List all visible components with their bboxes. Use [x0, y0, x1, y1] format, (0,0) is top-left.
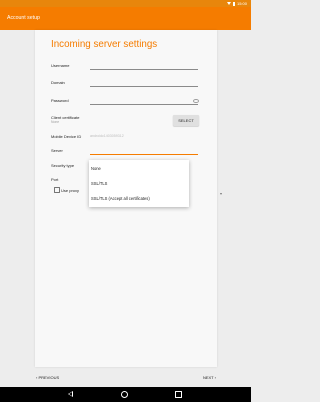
back-icon[interactable] — [68, 391, 73, 397]
option-ssl-tls-accept-all[interactable]: SSL/TLS (Accept all certificates) — [91, 196, 150, 201]
password-label: Password — [51, 98, 69, 103]
next-label: NEXT — [202, 375, 214, 380]
username-input[interactable] — [90, 69, 198, 70]
status-bar: 15:00 — [0, 0, 251, 7]
battery-icon — [232, 1, 235, 6]
previous-label: PREVIOUS — [38, 375, 60, 380]
mobile-device-label: Mobile Device ID — [51, 134, 82, 139]
server-input[interactable] — [90, 154, 198, 155]
visibility-icon[interactable] — [193, 99, 199, 104]
recents-icon[interactable] — [175, 391, 182, 398]
option-ssl-tls[interactable]: SSL/TLS — [91, 181, 107, 186]
footer-nav: ‹ PREVIOUS NEXT › — [35, 369, 217, 385]
chevron-right-icon: › — [213, 375, 216, 380]
client-cert-value: None — [51, 120, 60, 124]
option-none[interactable]: None — [91, 166, 101, 171]
next-button[interactable]: NEXT › — [203, 375, 216, 380]
toolbar-title: Account setup — [7, 15, 40, 21]
select-cert-button[interactable]: SELECT — [173, 115, 199, 126]
password-input[interactable] — [90, 104, 198, 105]
server-label: Server — [51, 148, 63, 153]
status-time: 15:00 — [236, 1, 247, 6]
domain-input[interactable] — [90, 86, 198, 87]
mobile-device-value: androidc1403059312 — [90, 134, 124, 138]
chevron-down-icon[interactable] — [220, 193, 222, 195]
use-proxy-label: Use proxy — [61, 187, 80, 193]
security-type-label: Security type — [51, 163, 75, 168]
use-proxy-checkbox[interactable] — [54, 187, 60, 193]
home-icon[interactable] — [121, 391, 128, 398]
username-label: Username — [51, 63, 70, 68]
previous-button[interactable]: ‹ PREVIOUS — [36, 375, 59, 380]
port-label: Port — [51, 177, 59, 182]
wifi-icon — [226, 2, 231, 5]
page-title: Incoming server settings — [51, 39, 158, 50]
app-toolbar: Account setup — [0, 7, 251, 30]
system-nav-bar — [0, 387, 251, 402]
security-type-dropdown: None SSL/TLS SSL/TLS (Accept all certifi… — [89, 160, 189, 207]
domain-label: Domain — [51, 80, 65, 85]
